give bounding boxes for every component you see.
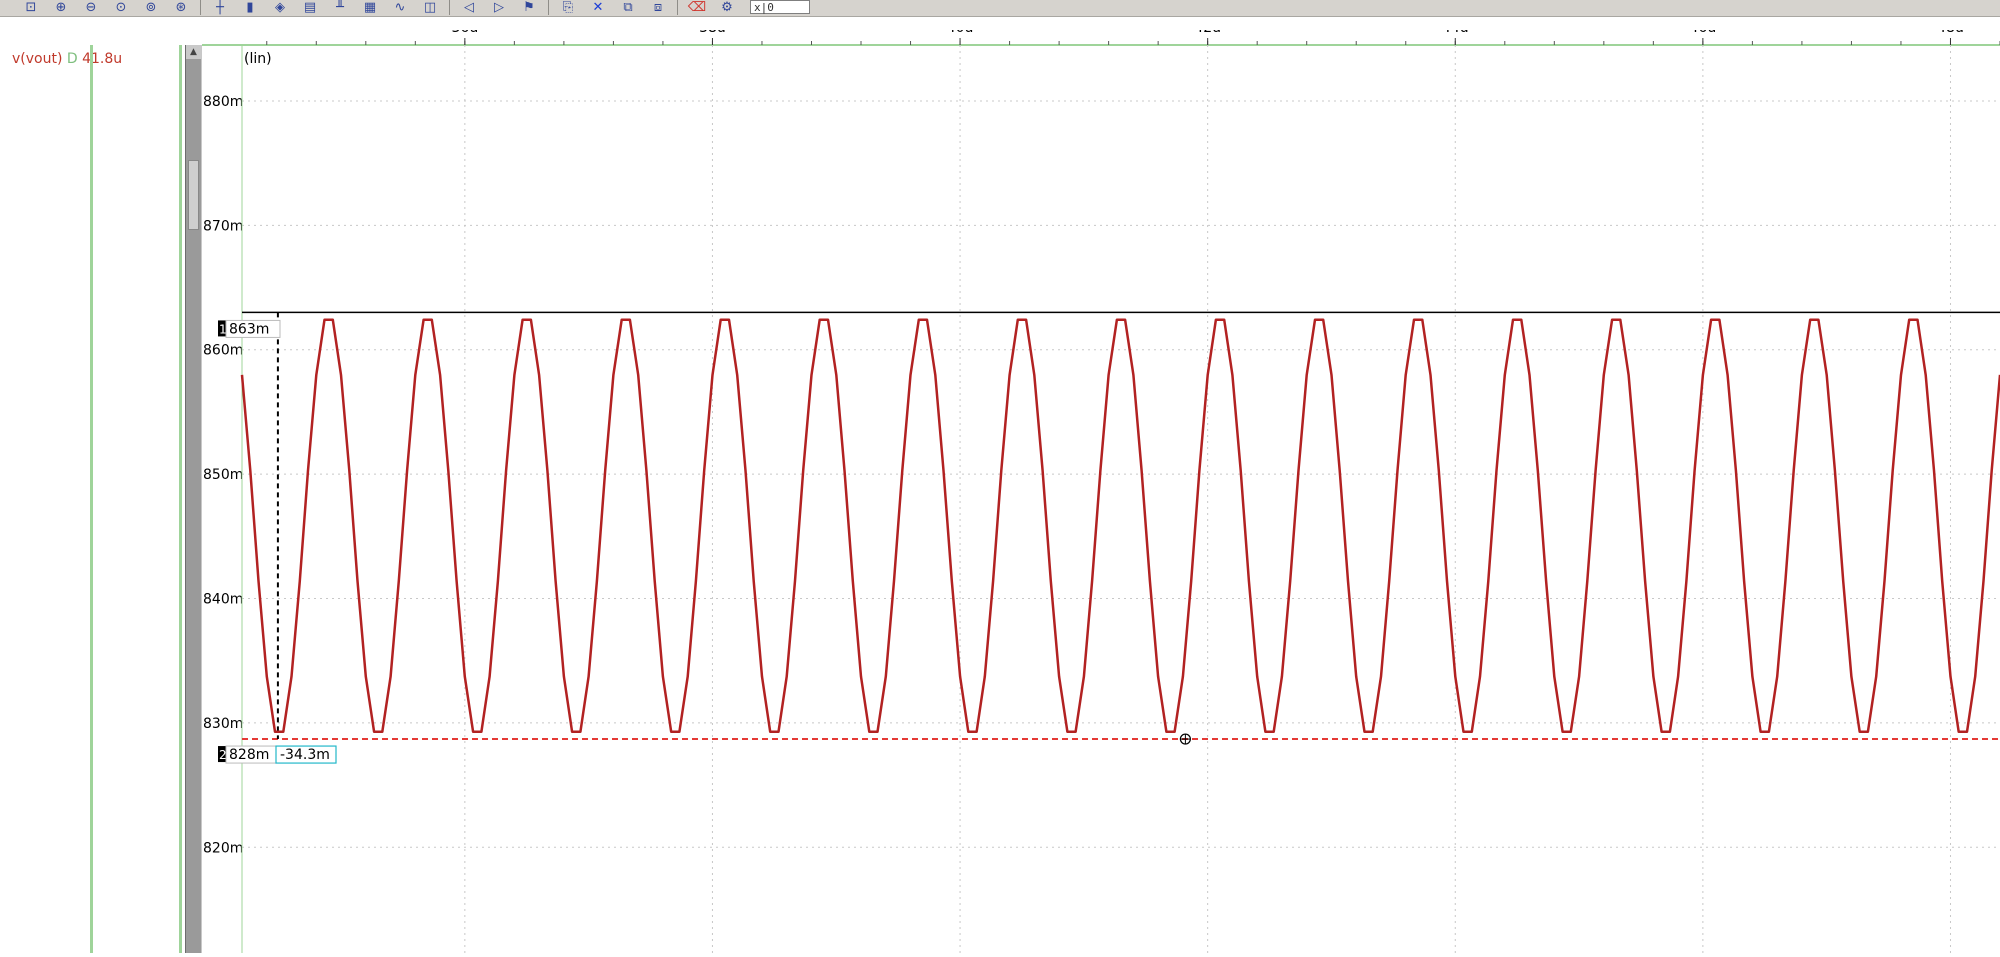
zoom-box-icon[interactable]: ⊛ <box>168 0 194 15</box>
paste-icon[interactable]: ⧈ <box>645 0 671 15</box>
toolbar: ⊡ ⊕ ⊖ ⊙ ⊚ ⊛ ┼ ▮ ◈ ▤ ╨ ▦ ∿ ◫ ◁ ▷ ⚑ ⎘ ✕ ⧉ ⧈ ⌫ ⚙ x|0 <box>0 0 2000 17</box>
scroll-up-icon[interactable]: ▲ <box>186 45 201 59</box>
marker-2-delta: -34.3m <box>280 747 330 763</box>
split-icon[interactable]: ╨ <box>327 0 353 15</box>
trace-name: v(vout) <box>12 51 63 67</box>
fft-icon[interactable]: ◫ <box>417 0 443 15</box>
y-tick-label: 870m <box>203 218 243 234</box>
stack-icon[interactable]: ▤ <box>297 0 323 15</box>
toolbar-separator <box>548 0 549 15</box>
panel-divider-left[interactable] <box>90 45 93 953</box>
wave-icon[interactable]: ∿ <box>387 0 413 15</box>
prev-icon[interactable]: ◁ <box>456 0 482 15</box>
erase-icon[interactable]: ⌫ <box>684 0 710 15</box>
next-icon[interactable]: ▷ <box>486 0 512 15</box>
settings-icon[interactable]: ⚙ <box>714 0 740 15</box>
toolbar-separator <box>449 0 450 15</box>
toolbar-separator <box>677 0 678 15</box>
x-value-field[interactable]: x|0 <box>750 0 810 14</box>
measure-icon[interactable]: ◈ <box>267 0 293 15</box>
x-tick-label: 46u <box>1690 30 1717 36</box>
trace-label[interactable]: v(vout) D 41.8u <box>12 51 122 67</box>
zoom-out-icon[interactable]: ⊖ <box>78 0 104 15</box>
zoom-x-icon[interactable]: ⊙ <box>108 0 134 15</box>
cursor-icon[interactable]: ┼ <box>207 0 233 15</box>
zoom-y-icon[interactable]: ⊚ <box>138 0 164 15</box>
marker-2-value: 828m <box>229 747 269 763</box>
x-tick-label: 36u <box>452 30 479 36</box>
y-tick-label: 830m <box>203 716 243 732</box>
vout-trace[interactable] <box>240 318 2000 734</box>
x-tick-label: 38u <box>699 30 726 36</box>
x-scale-label: (lin) <box>244 51 272 67</box>
y-tick-label: 820m <box>203 840 243 856</box>
x-tick-label: 48u <box>1937 30 1964 36</box>
zoom-fit-icon[interactable]: ⊡ <box>18 0 44 15</box>
bar-icon[interactable]: ▮ <box>237 0 263 15</box>
y-tick-label: 840m <box>203 592 243 608</box>
scroll-thumb[interactable] <box>188 160 199 230</box>
trace-mode: D <box>66 51 78 67</box>
toolbar-separator <box>200 0 201 15</box>
vertical-scrollbar[interactable]: ▲ <box>185 45 202 953</box>
x-tick-label: 42u <box>1194 30 1221 36</box>
marker-1-id: 1 <box>219 322 227 336</box>
marker-2-id: 2 <box>219 748 227 762</box>
y-tick-label: 860m <box>203 343 243 359</box>
export-icon[interactable]: ⎘ <box>555 0 581 15</box>
x-tick-label: 44u <box>1442 30 1469 36</box>
y-tick-label: 850m <box>203 467 243 483</box>
y-tick-label: 880m <box>203 94 243 110</box>
delete-icon[interactable]: ✕ <box>585 0 611 15</box>
panel-divider-right[interactable] <box>179 45 182 953</box>
marker-icon[interactable]: ⚑ <box>516 0 542 15</box>
trace-value: 41.8u <box>82 51 123 67</box>
grid-icon[interactable]: ▦ <box>357 0 383 15</box>
zoom-in-icon[interactable]: ⊕ <box>48 0 74 15</box>
waveform-plot[interactable]: 36u 38u 40u 42u 44u 46u 48u 880m 870m 860m 850m 840… <box>202 20 2000 953</box>
marker-1-value: 863m <box>229 321 269 337</box>
copy-icon[interactable]: ⧉ <box>615 0 641 15</box>
plot-svg[interactable]: 36u 38u 40u 42u 44u 46u 48u 880m 870m 860m 850m 840… <box>202 20 2000 953</box>
x-tick-label: 40u <box>947 30 974 36</box>
